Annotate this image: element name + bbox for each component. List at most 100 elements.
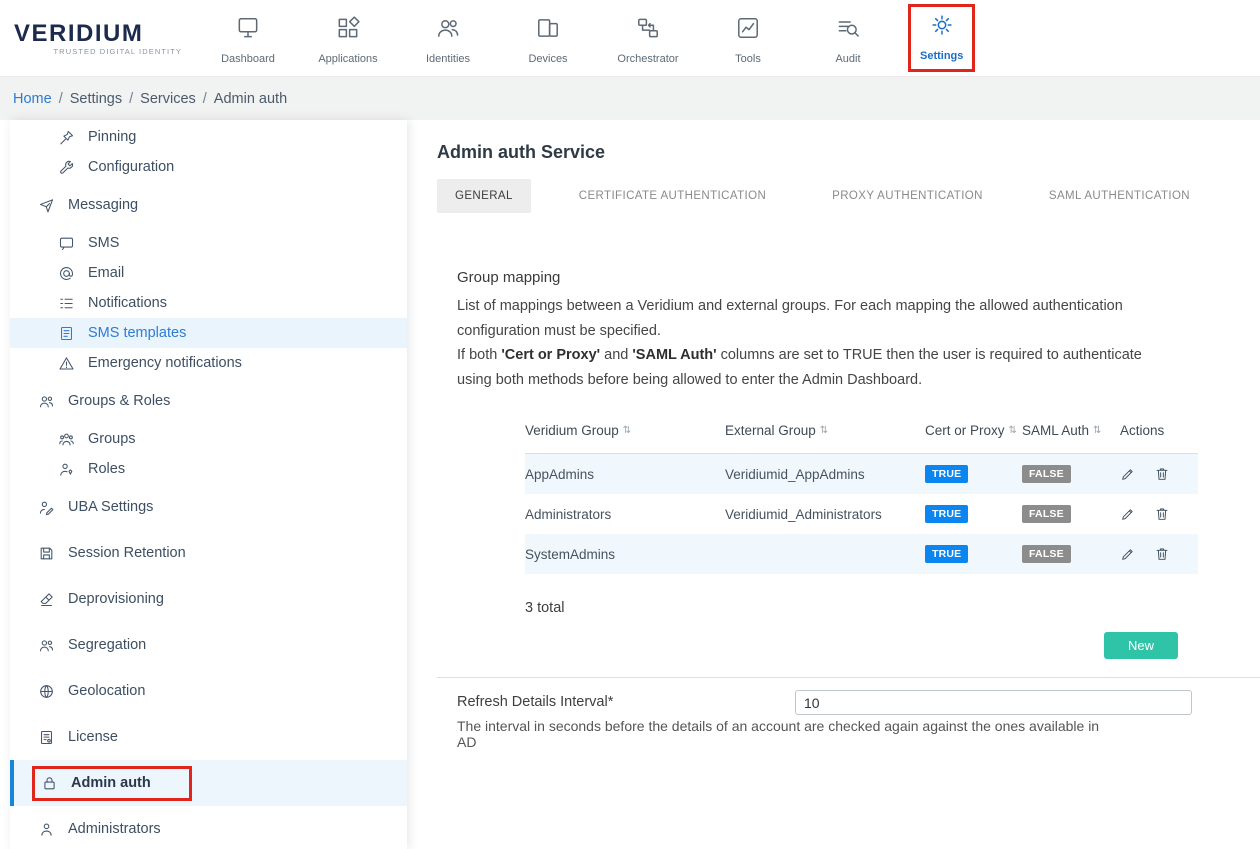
cert-or-proxy-badge: TRUE	[925, 545, 968, 563]
applications-icon	[335, 15, 361, 46]
group-mapping-section: Group mapping List of mappings between a…	[437, 269, 1178, 659]
column-label: External Group	[725, 423, 816, 438]
sidebar-item-geolocation[interactable]: Geolocation	[10, 668, 407, 714]
delete-icon[interactable]	[1154, 506, 1170, 522]
devices-icon	[535, 15, 561, 46]
sidebar-item-roles[interactable]: Roles	[10, 454, 407, 484]
sidebar-item-session-retention[interactable]: Session Retention	[10, 530, 407, 576]
breadcrumb-separator: /	[129, 91, 133, 107]
column-header-veridium-group[interactable]: Veridium Group ⇅	[525, 423, 725, 438]
column-label: Veridium Group	[525, 423, 619, 438]
nav-tools[interactable]: Tools	[698, 11, 798, 65]
sidebar-item-label: Groups	[88, 431, 136, 447]
column-header-saml-auth[interactable]: SAML Auth ⇅	[1022, 423, 1120, 438]
save-icon	[38, 545, 55, 562]
send-icon	[38, 197, 55, 214]
tab-saml-authentication[interactable]: SAML AUTHENTICATION	[1031, 179, 1208, 213]
edit-icon[interactable]	[1120, 506, 1136, 522]
main-nav: Dashboard Applications Identities Device…	[198, 4, 985, 72]
service-tabs: GENERAL CERTIFICATE AUTHENTICATION PROXY…	[437, 179, 1230, 213]
sidebar-item-label: Pinning	[88, 129, 136, 145]
table-row: AppAdmins Veridiumid_AppAdmins TRUE FALS…	[525, 454, 1198, 494]
sidebar-item-label: SMS templates	[88, 325, 186, 341]
edit-icon[interactable]	[1120, 466, 1136, 482]
column-header-external-group[interactable]: External Group ⇅	[725, 423, 925, 438]
sidebar-item-label: Roles	[88, 461, 125, 477]
note-text: and	[600, 347, 632, 363]
nav-audit[interactable]: Audit	[798, 11, 898, 65]
sort-icon: ⇅	[1093, 425, 1101, 436]
cell-veridium-group: SystemAdmins	[525, 547, 725, 562]
sidebar-item-messaging[interactable]: Messaging	[10, 182, 407, 228]
column-header-cert-or-proxy[interactable]: Cert or Proxy ⇅	[925, 423, 1022, 438]
orchestrator-icon	[635, 15, 661, 46]
page-title: Admin auth Service	[437, 142, 1198, 163]
person-icon	[38, 821, 55, 838]
sidebar-item-segregation[interactable]: Segregation	[10, 622, 407, 668]
sidebar-item-deprovisioning[interactable]: Deprovisioning	[10, 576, 407, 622]
table-row: Administrators Veridiumid_Administrators…	[525, 494, 1198, 534]
nav-identities[interactable]: Identities	[398, 11, 498, 65]
saml-auth-badge: FALSE	[1022, 465, 1071, 483]
row-actions	[1120, 546, 1198, 562]
tab-general[interactable]: GENERAL	[437, 179, 531, 213]
sidebar-item-label: Email	[88, 265, 124, 281]
edit-icon[interactable]	[1120, 546, 1136, 562]
nav-label: Dashboard	[221, 53, 275, 65]
sidebar-item-label: UBA Settings	[68, 499, 153, 515]
sidebar-item-groups-and-roles[interactable]: Groups & Roles	[10, 378, 407, 424]
breadcrumb-services[interactable]: Services	[140, 91, 196, 107]
sidebar-item-administrators[interactable]: Administrators	[10, 806, 407, 849]
tab-certificate-authentication[interactable]: CERTIFICATE AUTHENTICATION	[561, 179, 784, 213]
row-actions	[1120, 466, 1198, 482]
roles-icon	[58, 461, 75, 478]
column-label: Actions	[1120, 423, 1164, 438]
sidebar-item-label: Deprovisioning	[68, 591, 164, 607]
column-header-actions: Actions	[1120, 423, 1198, 438]
sidebar-item-notifications[interactable]: Notifications	[10, 288, 407, 318]
row-actions	[1120, 506, 1198, 522]
group-mapping-note: If both 'Cert or Proxy' and 'SAML Auth' …	[457, 343, 1178, 392]
refresh-details-section: Refresh Details Interval* The interval i…	[437, 694, 1178, 750]
nav-label: Identities	[426, 53, 470, 65]
sidebar-item-uba-settings[interactable]: UBA Settings	[10, 484, 407, 530]
nav-dashboard[interactable]: Dashboard	[198, 11, 298, 65]
sort-icon: ⇅	[623, 425, 631, 436]
sidebar-item-configuration[interactable]: Configuration	[10, 152, 407, 182]
delete-icon[interactable]	[1154, 466, 1170, 482]
nav-settings[interactable]: Settings	[908, 4, 975, 72]
cell-external-group: Veridiumid_Administrators	[725, 507, 925, 522]
sidebar-item-sms[interactable]: SMS	[10, 228, 407, 258]
sidebar-item-admin-auth[interactable]: Admin auth	[10, 760, 407, 806]
tab-proxy-authentication[interactable]: PROXY AUTHENTICATION	[814, 179, 1001, 213]
sidebar-item-license[interactable]: License	[10, 714, 407, 760]
sidebar-item-sms-templates[interactable]: SMS templates	[10, 318, 407, 348]
sidebar-item-groups[interactable]: Groups	[10, 424, 407, 454]
nav-applications[interactable]: Applications	[298, 11, 398, 65]
nav-devices[interactable]: Devices	[498, 11, 598, 65]
refresh-interval-input[interactable]	[795, 690, 1192, 715]
annotation-box-admin-auth: Admin auth	[32, 766, 192, 801]
list-icon	[58, 295, 75, 312]
new-button[interactable]: New	[1104, 632, 1178, 659]
nav-orchestrator[interactable]: Orchestrator	[598, 11, 698, 65]
breadcrumb-settings[interactable]: Settings	[70, 91, 122, 107]
people-icon	[38, 393, 55, 410]
breadcrumb-home[interactable]: Home	[13, 91, 52, 107]
saml-auth-badge: FALSE	[1022, 505, 1071, 523]
section-divider	[437, 677, 1260, 678]
groups-icon	[58, 431, 75, 448]
nav-label: Tools	[735, 53, 761, 65]
sidebar-item-pinning[interactable]: Pinning	[10, 122, 407, 152]
table-total: 3 total	[525, 600, 1178, 616]
breadcrumb-separator: /	[203, 91, 207, 107]
settings-sidebar: Pinning Configuration Messaging SMS Emai…	[10, 120, 407, 849]
delete-icon[interactable]	[1154, 546, 1170, 562]
sidebar-item-label: Admin auth	[71, 775, 151, 791]
sidebar-item-emergency-notifications[interactable]: Emergency notifications	[10, 348, 407, 378]
cell-veridium-group: AppAdmins	[525, 467, 725, 482]
veridium-logo[interactable]: VERIDIUM TRUSTED DIGITAL IDENTITY	[14, 20, 182, 56]
sidebar-item-email[interactable]: Email	[10, 258, 407, 288]
column-label: Cert or Proxy	[925, 423, 1005, 438]
table-row: SystemAdmins TRUE FALSE	[525, 534, 1198, 574]
